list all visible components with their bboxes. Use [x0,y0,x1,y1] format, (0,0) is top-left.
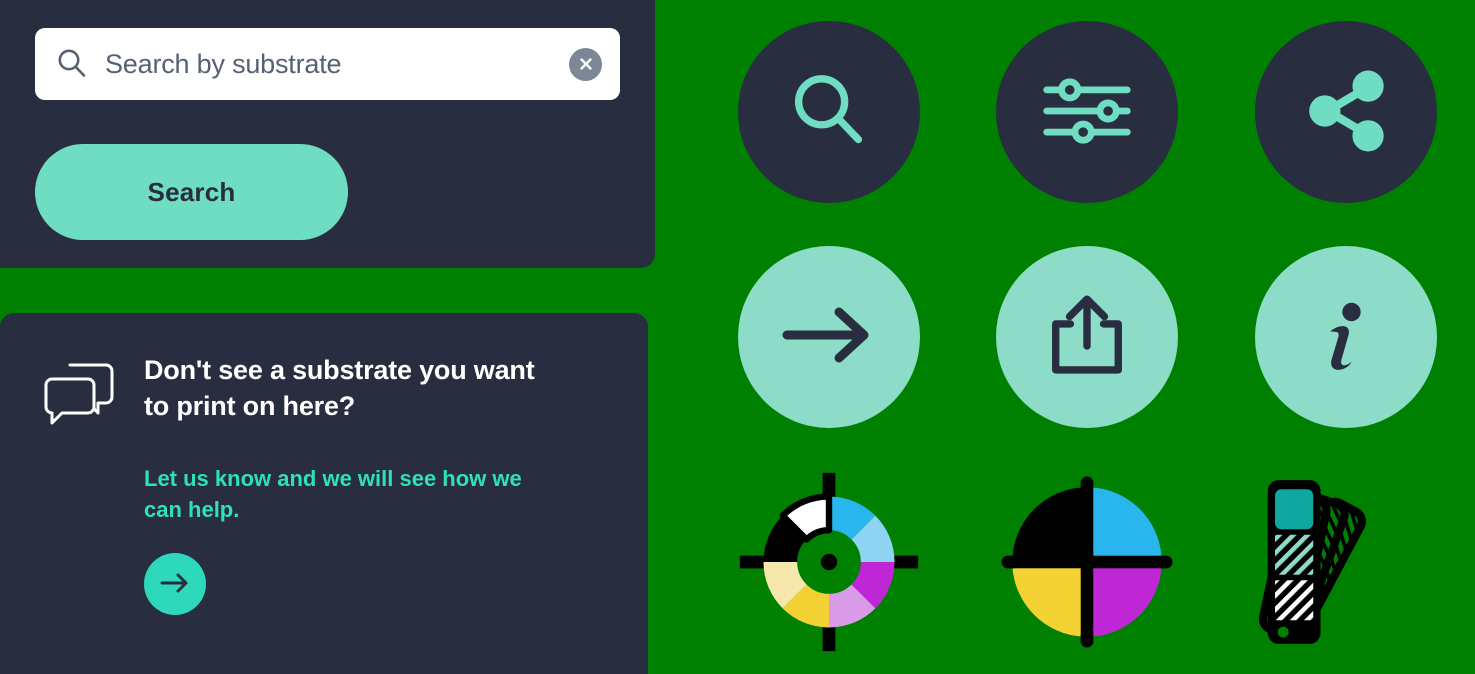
sliders-icon [1039,63,1135,162]
upload-share-icon [1041,289,1133,384]
next-circle-button[interactable] [738,245,921,428]
help-card: Don't see a substrate you want to print … [0,313,648,674]
search-input-wrapper[interactable]: Search by substrate [35,28,620,100]
arrow-right-icon [158,570,192,599]
search-card: Search by substrate Search [0,0,655,268]
grid-cell-search [700,0,958,225]
info-icon [1300,289,1392,384]
left-panel: Search by substrate Search Don't see a s… [0,0,655,674]
chat-bubbles-icon [44,361,116,427]
color-wheel-target-icon[interactable] [738,471,920,653]
swatch-fan-icon[interactable] [1255,471,1437,653]
close-icon[interactable] [569,47,602,81]
help-card-arrow-button[interactable] [144,553,206,616]
grid-cell-info [1217,225,1475,450]
icon-grid [700,0,1475,674]
filters-circle-button[interactable] [996,21,1179,204]
grid-cell-export [958,225,1216,450]
share-icon [1300,65,1392,160]
grid-cell-next [700,225,958,450]
grid-cell-share [1217,0,1475,225]
help-card-heading: Don't see a substrate you want to print … [144,355,535,421]
search-input[interactable]: Search by substrate [105,49,569,80]
info-circle-button[interactable] [1254,245,1437,428]
share-circle-button[interactable] [1254,21,1437,204]
arrow-right-icon [779,305,879,368]
search-icon [783,65,875,160]
help-card-subtext: Let us know and we will see how we can h… [144,466,522,523]
grid-cell-cmyk-target [958,449,1216,674]
export-circle-button[interactable] [996,245,1179,428]
cmyk-target-icon[interactable] [996,471,1178,653]
grid-cell-filters [958,0,1216,225]
grid-cell-color-wheel-target [700,449,958,674]
help-card-header: Don't see a substrate you want to print … [44,353,604,427]
search-button[interactable]: Search [35,144,348,240]
search-icon [55,47,89,81]
search-circle-button[interactable] [738,21,921,204]
grid-cell-swatch-fan [1217,449,1475,674]
